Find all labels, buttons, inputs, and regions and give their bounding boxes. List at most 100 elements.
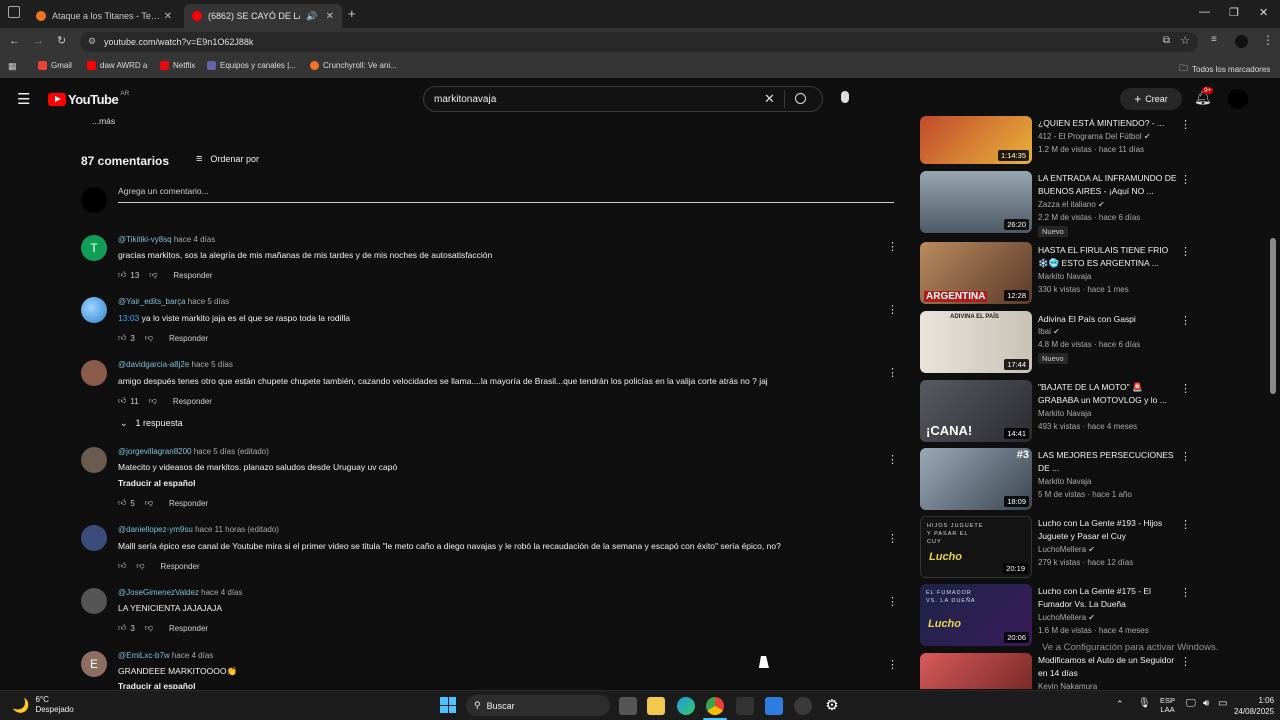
dislike-icon[interactable]: 👎︎ — [145, 498, 153, 508]
dislike-icon[interactable]: 👎︎ — [149, 270, 157, 280]
video-menu-icon[interactable]: ⋮ — [1180, 314, 1191, 327]
page-scrollbar-thumb[interactable] — [1270, 238, 1276, 394]
comment-author[interactable]: @jorgevillagran8200 hace 5 días (editado… — [118, 447, 269, 456]
clear-search-icon[interactable]: ✕ — [764, 91, 775, 107]
sort-by-button[interactable]: ≡ Ordenar por — [196, 153, 259, 165]
all-bookmarks[interactable]: 🗀 Todos los marcadores — [1179, 61, 1270, 77]
video-thumbnail[interactable]: #3 18:09 — [920, 448, 1032, 510]
reload-icon[interactable]: ↻ — [57, 34, 66, 47]
bookmark-teams[interactable]: Equipos y canales |... — [207, 61, 296, 70]
like-icon[interactable]: 👍︎ — [118, 270, 126, 280]
comment-menu-icon[interactable]: ⋮ — [887, 303, 898, 316]
like-icon[interactable]: 👍︎ — [118, 623, 126, 633]
video-thumbnail[interactable]: HIJOS JUGUETE Y PASAR EL CUY Lucho 20:19 — [920, 516, 1032, 578]
edge-browser-icon[interactable] — [677, 697, 695, 715]
address-bar[interactable]: ⚙ youtube.com/watch?v=E9n1O62J88k ⧉ ☆ — [80, 32, 1198, 52]
apps-grid-icon[interactable]: ▦ — [8, 61, 17, 72]
back-icon[interactable]: ← — [9, 35, 20, 47]
video-thumbnail[interactable]: EL FUMADOR VS. LA DUEÑA Lucho 20:06 — [920, 584, 1032, 646]
reply-button[interactable]: Responder — [169, 499, 208, 508]
windows-start-icon[interactable] — [440, 697, 456, 713]
close-window-icon[interactable]: ✕ — [1259, 6, 1268, 19]
reply-button[interactable]: Responder — [173, 397, 212, 406]
bookmark-gmail[interactable]: Gmail — [38, 61, 72, 70]
description-more-link[interactable]: ...más — [92, 116, 115, 126]
create-button[interactable]: + Crear — [1120, 88, 1182, 110]
comment-menu-icon[interactable]: ⋮ — [887, 595, 898, 608]
site-info-icon[interactable]: ⚙ — [88, 36, 96, 47]
comment-author[interactable]: @JoseGimenezValdez hace 4 días — [118, 588, 243, 597]
comment-author[interactable]: @daniellopez-ym9su hace 11 horas (editad… — [118, 525, 279, 534]
weather-widget[interactable]: 🌙 6°C Despejado — [12, 695, 74, 715]
reply-button[interactable]: Responder — [161, 562, 200, 571]
reply-button[interactable]: Responder — [169, 334, 208, 343]
like-icon[interactable]: 👍︎ — [118, 561, 126, 571]
bookmark-crunchyroll[interactable]: Crunchyroll: Ve ani... — [310, 61, 397, 70]
avatar[interactable]: E — [81, 651, 107, 677]
close-tab-icon[interactable]: ✕ — [326, 11, 334, 22]
tab-search-icon[interactable] — [8, 6, 20, 18]
video-thumbnail[interactable]: ¡CANA! 14:41 — [920, 380, 1032, 442]
video-menu-icon[interactable]: ⋮ — [1180, 450, 1191, 463]
settings-gear-icon[interactable]: ⚙ — [823, 697, 841, 715]
tab-menu-icon[interactable]: ≡ — [1211, 34, 1217, 45]
store-app-icon[interactable] — [765, 697, 783, 715]
avatar[interactable] — [81, 360, 107, 386]
battery-icon[interactable]: ▭ — [1218, 698, 1227, 709]
chrome-browser-icon[interactable] — [706, 697, 724, 715]
comment-author[interactable]: @davidgarcia-a8j2e hace 5 días — [118, 360, 233, 369]
avatar[interactable] — [81, 447, 107, 473]
browser-tab-crunchyroll[interactable]: Ataque a los Titanes - Temporada ✕ — [28, 4, 180, 28]
avatar[interactable] — [81, 297, 107, 323]
minimize-icon[interactable]: — — [1199, 6, 1210, 18]
video-thumbnail[interactable]: ADIVINA EL PAÍS 17:44 — [920, 311, 1032, 373]
video-menu-icon[interactable]: ⋮ — [1180, 173, 1191, 186]
translate-link[interactable]: Traducir al español — [118, 478, 195, 488]
reply-button[interactable]: Responder — [173, 271, 212, 280]
comment-menu-icon[interactable]: ⋮ — [887, 532, 898, 545]
video-menu-icon[interactable]: ⋮ — [1180, 518, 1191, 531]
dislike-icon[interactable]: 👎︎ — [149, 396, 157, 406]
speaker-icon[interactable]: 🔊 — [306, 11, 317, 22]
dislike-icon[interactable]: 👎︎ — [136, 561, 144, 571]
bookmark-daw[interactable]: daw AWRD a — [87, 61, 147, 70]
comment-menu-icon[interactable]: ⋮ — [887, 453, 898, 466]
comment-menu-icon[interactable]: ⋮ — [887, 240, 898, 253]
replies-toggle[interactable]: ⌄ 1 respuesta — [120, 418, 183, 429]
profile-avatar[interactable] — [1235, 35, 1248, 48]
youtube-logo[interactable]: YouTube AR — [48, 90, 129, 107]
like-icon[interactable]: 👍︎ — [118, 498, 126, 508]
input-language[interactable]: ESP LAA — [1160, 696, 1175, 714]
search-input[interactable] — [434, 92, 754, 107]
avatar[interactable]: T — [81, 235, 107, 261]
bookmark-star-icon[interactable]: ☆ — [1180, 34, 1190, 47]
search-icon[interactable] — [795, 93, 806, 104]
video-thumbnail[interactable]: ARGENTINA 12:28 — [920, 242, 1032, 304]
dislike-icon[interactable]: 👎︎ — [145, 333, 153, 343]
app-icon[interactable] — [794, 697, 812, 715]
new-tab-icon[interactable]: + — [348, 6, 356, 21]
comment-author[interactable]: @EmiLxc-b7w hace 4 días — [118, 651, 213, 660]
volume-icon[interactable]: 🔊︎ — [1203, 698, 1209, 709]
add-comment-input[interactable]: Agrega un comentario... — [118, 186, 894, 203]
video-menu-icon[interactable]: ⋮ — [1180, 382, 1191, 395]
video-menu-icon[interactable]: ⋮ — [1180, 118, 1191, 131]
video-thumbnail[interactable]: 26:20 — [920, 171, 1032, 233]
clock[interactable]: 1:06 24/08/2025 — [1234, 695, 1274, 717]
comment-menu-icon[interactable]: ⋮ — [887, 658, 898, 671]
translate-link[interactable]: Traducir al español — [118, 681, 195, 689]
like-icon[interactable]: 👍︎ — [118, 396, 126, 406]
reply-button[interactable]: Responder — [169, 624, 208, 633]
show-hidden-icons-icon[interactable]: ⌃ — [1116, 699, 1124, 710]
comment-menu-icon[interactable]: ⋮ — [887, 366, 898, 379]
bookmark-netflix[interactable]: Netflix — [160, 61, 195, 70]
video-menu-icon[interactable]: ⋮ — [1180, 655, 1191, 668]
network-icon[interactable]: 🖵︎ — [1186, 698, 1196, 709]
calculator-icon[interactable] — [736, 697, 754, 715]
hamburger-menu-icon[interactable]: ☰ — [17, 90, 30, 108]
forward-icon[interactable]: → — [33, 35, 44, 47]
close-tab-icon[interactable]: ✕ — [164, 11, 172, 22]
install-app-icon[interactable]: ⧉ — [1163, 35, 1170, 46]
account-avatar[interactable] — [1228, 89, 1248, 109]
timestamp-link[interactable]: 13:03 — [118, 313, 139, 323]
